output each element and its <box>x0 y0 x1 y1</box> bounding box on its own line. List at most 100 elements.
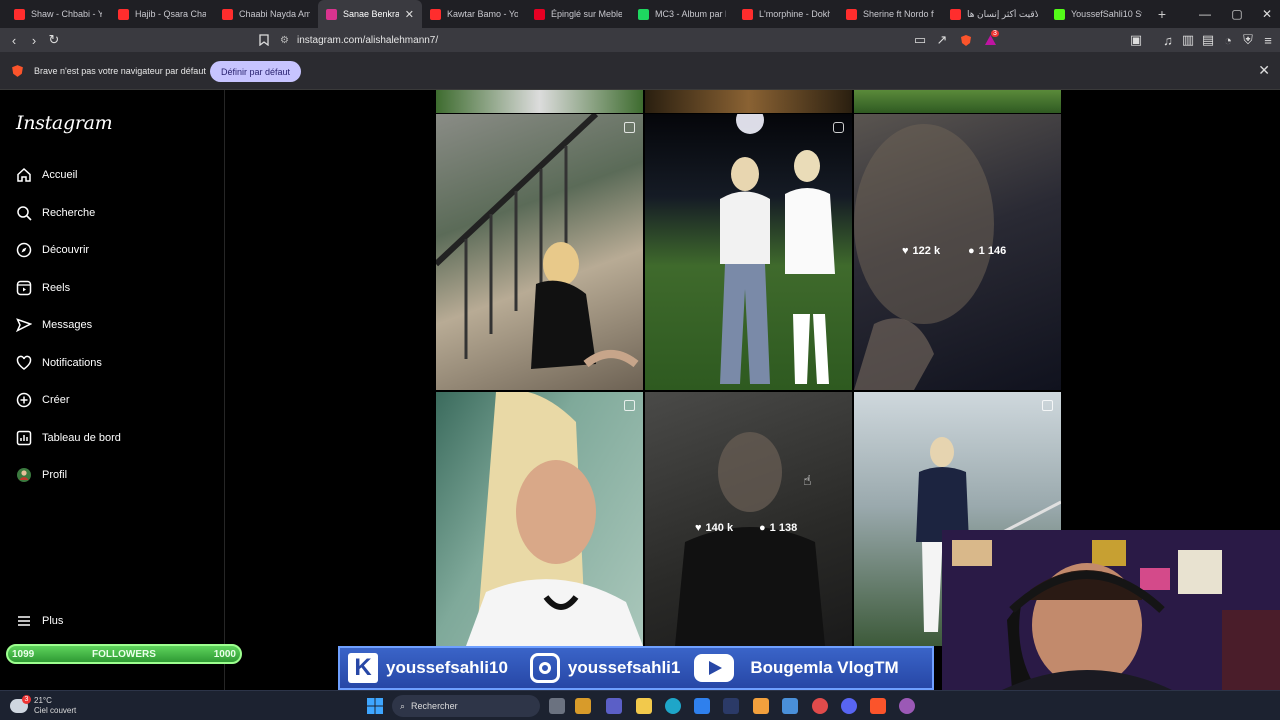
instagram-sidebar: Instagram Accueil Recherche Découvrir Reels… <box>0 90 225 690</box>
post-likes: ♥ 140 k <box>695 522 733 534</box>
comment-icon: ● <box>759 522 766 534</box>
taskbar-search[interactable]: ⌕ Rechercher <box>392 695 540 717</box>
sidebar-item-label: Reels <box>42 281 71 294</box>
url-text: instagram.com/alishalehmann7/ <box>296 34 439 46</box>
post-thumbnail[interactable] <box>436 114 643 390</box>
url-field[interactable]: ⚙ instagram.com/alishalehmann7/ <box>280 30 1000 50</box>
edge-icon[interactable] <box>665 698 681 714</box>
instagram-logo[interactable]: Instagram <box>16 112 113 134</box>
sidebar-item-messages[interactable]: Messages <box>16 314 92 336</box>
sidebar-item-label: Profil <box>42 469 68 481</box>
notification-badge: 3 <box>991 30 999 37</box>
post-thumbnail[interactable] <box>645 90 852 113</box>
reel-icon <box>833 122 844 133</box>
instagram-handle: youssefsahli1 <box>529 653 681 683</box>
post-image <box>436 114 639 369</box>
tab-title: YoussefSahli10 Stre <box>1071 9 1142 19</box>
sidebar-item-label: Plus <box>42 615 64 627</box>
sidebar-item-more[interactable]: Plus <box>16 610 63 632</box>
share-icon[interactable]: ↗ <box>934 32 950 48</box>
infobar-message: Brave n'est pas votre navigateur par déf… <box>34 66 206 76</box>
tab-favicon-icon <box>846 8 857 20</box>
tab-title: Chaabi Nayda Amb <box>239 9 310 19</box>
browser-tab[interactable]: Hajib - Qsara Chaab <box>110 0 214 28</box>
compass-icon <box>16 242 32 258</box>
tab-favicon-icon <box>742 8 753 20</box>
reload-icon[interactable]: ↻ <box>46 32 62 48</box>
browser-tab[interactable]: Shaw - Chbabi - Yo <box>6 0 110 28</box>
sidebar-item-label: Messages <box>42 319 93 331</box>
browser-tab[interactable]: L'morphine - Dokha <box>734 0 838 28</box>
browser-tab[interactable]: Sanae Benkrara ✕ <box>318 0 422 28</box>
app-icon[interactable] <box>575 698 591 714</box>
sidebar-item-recherche[interactable]: Recherche <box>16 202 95 224</box>
sidebar-toggle-icon[interactable]: ▣ <box>1128 32 1144 48</box>
new-tab-button[interactable]: + <box>1150 0 1174 28</box>
wallet-icon[interactable]: ▤ <box>1200 32 1216 48</box>
avatar <box>17 468 31 482</box>
teams-icon[interactable] <box>606 698 622 714</box>
app-icon[interactable] <box>723 698 739 714</box>
discord-icon[interactable] <box>841 698 857 714</box>
chrome-icon[interactable] <box>812 698 828 714</box>
post-thumbnail[interactable] <box>436 90 643 113</box>
post-thumbnail[interactable] <box>854 90 1061 113</box>
weather-widget[interactable]: 21°C Ciel couvert <box>34 696 76 716</box>
back-icon[interactable]: ‹ <box>6 32 22 48</box>
maximize-button[interactable]: ▢ <box>1222 0 1252 28</box>
menu-icon[interactable]: ≡ <box>1260 32 1276 48</box>
browser-tab[interactable]: Sherine ft Nordo ft <box>838 0 942 28</box>
sidebar-item-accueil[interactable]: Accueil <box>16 164 77 186</box>
post-likes: ♥ 122 k <box>902 245 940 257</box>
browser-tab[interactable]: تلاقيت أكثر إنسان ها <box>942 0 1046 28</box>
browser-tab[interactable]: Chaabi Nayda Amb <box>214 0 318 28</box>
app-icon[interactable] <box>782 698 798 714</box>
minimize-button[interactable]: — <box>1190 0 1220 28</box>
sidebar-item-d-couvrir[interactable]: Découvrir <box>16 239 89 261</box>
extension-icon[interactable]: ⛨ <box>1240 32 1256 48</box>
post-image <box>466 392 643 646</box>
browser-tab[interactable]: MC3 - Album par L <box>630 0 734 28</box>
browser-tab[interactable]: YoussefSahli10 Stre <box>1046 0 1150 28</box>
tab-close-icon[interactable]: ✕ <box>405 8 414 21</box>
sidebar-item-tableau-de-bord[interactable]: Tableau de bord <box>16 427 121 449</box>
post-thumbnail[interactable]: ♥ 140 k ● 1 138 ☝ <box>645 392 852 646</box>
bookmark-icon[interactable] <box>256 32 272 48</box>
obs-icon[interactable] <box>899 698 915 714</box>
post-thumbnail[interactable]: ♥ 122 k ● 1 146 <box>854 114 1061 390</box>
sidebar-item-reels[interactable]: Reels <box>16 277 70 299</box>
set-default-button[interactable]: Définir par défaut <box>210 61 302 82</box>
sidebar-item-notifications[interactable]: Notifications <box>16 352 102 374</box>
default-browser-infobar: Brave n'est pas votre navigateur par déf… <box>0 52 1280 90</box>
file-explorer-icon[interactable] <box>636 698 652 714</box>
post-thumbnail[interactable] <box>436 392 643 646</box>
media-icon[interactable]: ♫ <box>1160 32 1176 48</box>
instagram-username: youssefsahli1 <box>567 658 681 677</box>
windows-start-icon[interactable] <box>367 698 383 719</box>
sidebar-item-cr-er[interactable]: Créer <box>16 389 70 411</box>
comments-count: 1 138 <box>769 522 798 534</box>
close-window-button[interactable]: ✕ <box>1252 0 1280 28</box>
app-icon[interactable] <box>753 698 769 714</box>
brave-icon[interactable] <box>870 698 886 714</box>
tab-title: MC3 - Album par L <box>655 9 726 19</box>
dropbox-icon[interactable] <box>694 698 710 714</box>
tab-title: تلاقيت أكثر إنسان ها <box>967 8 1038 19</box>
close-icon[interactable]: ✕ <box>1258 62 1270 79</box>
site-settings-icon[interactable]: ⚙ <box>280 35 289 46</box>
brave-rewards-icon[interactable]: 3 <box>982 30 999 48</box>
panel-icon[interactable]: ▥ <box>1180 32 1196 48</box>
comments-count: 1 146 <box>978 245 1007 257</box>
browser-tab[interactable]: Kawtar Bamo - You <box>422 0 526 28</box>
comment-icon: ● <box>968 245 975 257</box>
sidebar-item-profil[interactable]: Profil <box>16 464 67 486</box>
forward-icon[interactable]: › <box>26 32 42 48</box>
vpn-icon[interactable]: ◔ <box>1220 32 1236 48</box>
tab-title: Shaw - Chbabi - Yo <box>31 9 102 19</box>
cast-icon[interactable]: ▭ <box>912 32 928 48</box>
post-thumbnail[interactable] <box>645 114 852 390</box>
task-view-icon[interactable] <box>549 698 565 714</box>
youtube-handle: Bougemla VlogTM <box>694 654 899 682</box>
browser-tab[interactable]: Épinglé sur Meble i <box>526 0 630 28</box>
brave-shield-icon[interactable] <box>958 32 974 48</box>
